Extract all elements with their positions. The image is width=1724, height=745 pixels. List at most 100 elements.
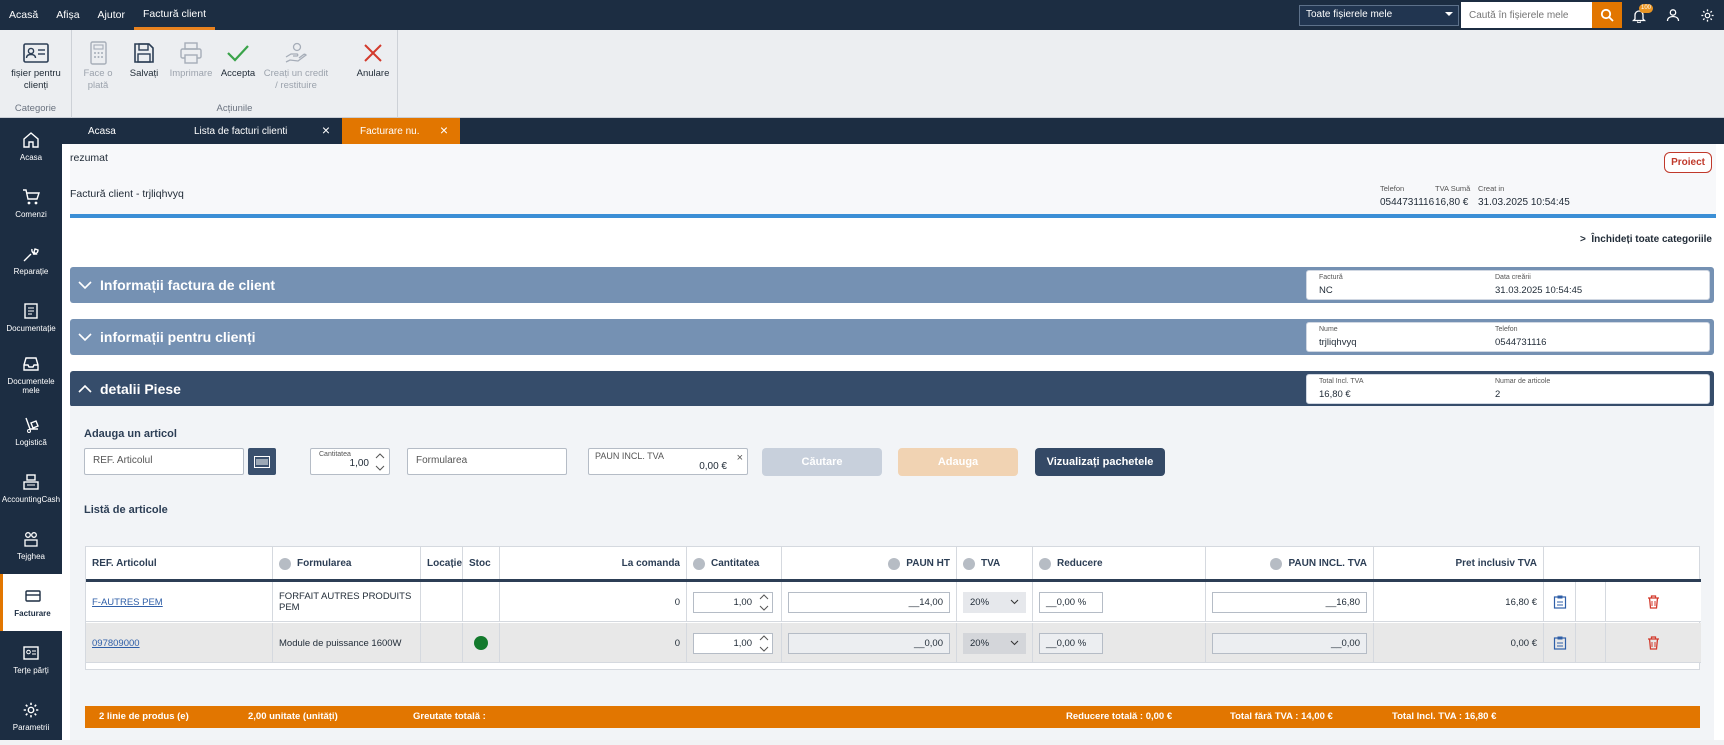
stepper-arrows-icon[interactable] [759, 593, 769, 611]
price-incl-input[interactable]: __0,00 [1212, 632, 1367, 654]
discount-input[interactable]: __0,00 % [1039, 632, 1103, 654]
section-parts-details[interactable]: detalii Piese Total Incl. TVA 16,80 € Num… [70, 371, 1714, 407]
clipboard-icon[interactable] [1553, 595, 1567, 609]
search-button[interactable] [1592, 2, 1622, 28]
ref-link[interactable]: F-AUTRES PEM [92, 597, 163, 608]
trash-icon[interactable] [1647, 636, 1660, 650]
column-header[interactable]: PAUN INCL. TVA [1206, 547, 1374, 580]
footer-units: 2,00 unitate (unități) [248, 711, 338, 722]
add-article-button[interactable]: Adauga [898, 448, 1018, 476]
section-summary: Factură NC Data creării 31.03.2025 10:54:4… [1306, 270, 1710, 300]
vat-select[interactable]: 20% [963, 591, 1026, 613]
column-header[interactable]: Reducere [1033, 547, 1206, 580]
sidebar-item-reparatie[interactable]: Reparație [0, 232, 62, 289]
nav-ajutor[interactable]: Ajutor [89, 0, 134, 30]
nav-acasa[interactable]: Acasă [0, 0, 47, 30]
clipboard-icon[interactable] [1553, 636, 1567, 650]
row-quantity-input[interactable]: 1,00 [693, 591, 773, 613]
sidebar: Acasa Comenzi Reparație Documentație Doc… [0, 118, 62, 740]
tab-lista-facturi[interactable]: Lista de facturi clienti × [182, 118, 342, 144]
discount-input[interactable]: __0,00 % [1039, 591, 1103, 613]
sidebar-item-acasa[interactable]: Acasa [0, 118, 62, 175]
cell-total: 16,80 € [1374, 582, 1544, 622]
sidebar-item-accountingcash[interactable]: AccountingCash [0, 460, 62, 517]
scope-select[interactable]: Toate fișierele mele [1299, 4, 1459, 26]
cell-ref[interactable]: F-AUTRES PEM [86, 582, 273, 622]
close-all-categories-link[interactable]: > Închideți toate categoriile [1580, 234, 1712, 245]
client-file-button[interactable]: fișier pentru clienți [4, 38, 68, 92]
sidebar-item-facturare[interactable]: Facturare [0, 574, 62, 631]
edit-column-icon [279, 557, 291, 570]
payment-button[interactable]: Face o plată [74, 38, 122, 92]
close-tab-icon[interactable]: × [322, 123, 330, 137]
column-header[interactable]: TVA [957, 547, 1033, 580]
vat-select[interactable]: 20% [963, 632, 1026, 654]
cell-ref[interactable]: 097809000 [86, 623, 273, 663]
user-icon [1666, 9, 1680, 22]
notifications-button[interactable]: 100 [1622, 0, 1656, 30]
column-header[interactable]: Formularea [273, 547, 421, 580]
sidebar-item-documentatie[interactable]: Documentație [0, 289, 62, 346]
search-input[interactable] [1461, 2, 1592, 28]
sidebar-item-documentele-mele[interactable]: Documentele mele [0, 346, 62, 403]
meta-value: 31.03.2025 10:54:45 [1478, 197, 1570, 208]
edit-column-icon [1039, 557, 1051, 570]
ref-input[interactable]: REF. Articolul [84, 448, 244, 475]
quantity-label: Cantitatea [319, 451, 351, 458]
accept-button[interactable]: Accepta [216, 38, 260, 80]
column-header[interactable]: Cantitatea [687, 547, 782, 580]
quantity-stepper[interactable]: Cantitatea 1,00 [310, 448, 390, 475]
search-article-button[interactable]: Căutare [762, 448, 882, 476]
column-label: PAUN HT [906, 558, 950, 569]
nav-afisa[interactable]: Afișa [47, 0, 88, 30]
chevron-down-icon [1010, 640, 1019, 646]
save-button[interactable]: Salvați [122, 38, 166, 80]
cell-quantity: 1,00 [687, 582, 782, 622]
clear-icon[interactable]: × [737, 452, 743, 464]
sidebar-item-logistica[interactable]: Logistică [0, 403, 62, 460]
sidebar-item-parametrii[interactable]: Parametrii [0, 688, 62, 745]
cancel-button[interactable]: Anulare [350, 38, 396, 80]
formulation-input[interactable]: Formularea [407, 448, 567, 475]
price-ht-input[interactable]: __0,00 [788, 632, 950, 654]
sidebar-item-comenzi[interactable]: Comenzi [0, 175, 62, 232]
sidebar-item-tejghea[interactable]: Tejghea [0, 517, 62, 574]
stepper-arrows-icon[interactable] [375, 452, 385, 472]
tab-acasa[interactable]: Acasa [62, 118, 182, 144]
user-button[interactable] [1656, 0, 1690, 30]
row-quantity-input[interactable]: 1,00 [693, 632, 773, 654]
credit-refund-button[interactable]: Creați un credit / restituire [262, 38, 330, 92]
field-label: Total Incl. TVA [1319, 378, 1364, 385]
column-header[interactable]: PAUN HT [782, 547, 957, 580]
close-tab-icon[interactable]: × [440, 123, 448, 137]
chevron-down-icon [78, 333, 92, 342]
notification-badge: 100 [1639, 4, 1654, 13]
ref-link[interactable]: 097809000 [92, 638, 140, 649]
nav-factura-client[interactable]: Factură client [133, 0, 215, 30]
price-ht-input[interactable]: __14,00 [788, 591, 950, 613]
cell-price-incl: __16,80 [1206, 582, 1374, 622]
field-label: Numar de articole [1495, 378, 1551, 385]
articles-table: REF. Articolul Formularea Locație Stoc L… [85, 546, 1701, 670]
section-client-info[interactable]: informații pentru clienți Nume trjliqhvyq… [70, 319, 1714, 355]
sidebar-item-label: Documentație [6, 324, 56, 333]
print-button[interactable]: Imprimare [166, 38, 216, 80]
meta-value: 16,80 € [1435, 197, 1469, 208]
tab-facturare-nu[interactable]: Facturare nu. × [342, 118, 460, 144]
cell-location [421, 623, 463, 663]
barcode-button[interactable] [248, 448, 276, 475]
sidebar-item-terte-parti[interactable]: Terțe părți [0, 631, 62, 688]
price-incl-input[interactable]: __16,80 [1212, 591, 1367, 613]
settings-button[interactable] [1690, 0, 1724, 30]
view-packages-button[interactable]: Vizualizați pachetele [1035, 448, 1165, 476]
trash-icon[interactable] [1647, 595, 1660, 609]
summary-field: Telefon 0544731116 [1495, 326, 1546, 348]
ribbon-group-categorie: fișier pentru clienți Categorie [0, 30, 72, 118]
stepper-arrows-icon[interactable] [759, 634, 769, 652]
section-invoice-info[interactable]: Informații factura de client Factură NC D… [70, 267, 1714, 303]
price-value: 0,00 € [699, 461, 727, 472]
price-input[interactable]: PAUN INCL. TVA 0,00 € × [588, 448, 748, 475]
tab-label: Facturare nu. [360, 125, 420, 137]
column-label: PAUN INCL. TVA [1288, 558, 1367, 569]
checkmark-icon [227, 45, 249, 62]
